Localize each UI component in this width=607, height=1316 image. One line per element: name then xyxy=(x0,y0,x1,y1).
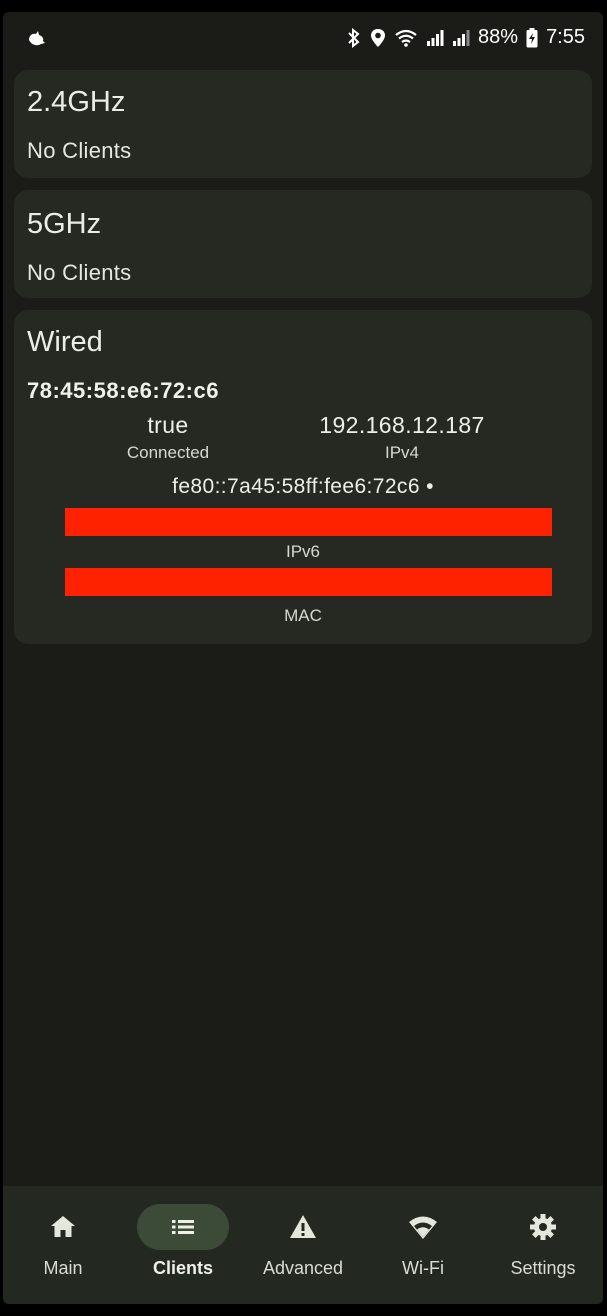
ipv4-label: IPv4 xyxy=(384,443,420,462)
warning-icon xyxy=(288,1212,318,1242)
status-icons: 88% 7:55 xyxy=(346,26,585,49)
band-card-5ghz[interactable]: 5GHz No Clients xyxy=(14,190,592,298)
connected-label: Connected xyxy=(126,443,210,462)
nav-item-advanced[interactable]: Advanced xyxy=(243,1186,363,1304)
nav-label: Wi-Fi xyxy=(402,1258,444,1278)
connected-value: true xyxy=(147,412,189,438)
app-screen: 88% 7:55 2.4GHz No Clients 5GHz No Clien… xyxy=(3,12,603,1304)
clock: 7:55 xyxy=(546,26,585,48)
battery-charging-icon xyxy=(526,27,538,48)
battery-percent: 88% xyxy=(478,26,519,48)
nav-item-clients[interactable]: Clients xyxy=(123,1186,243,1304)
band-status: No Clients xyxy=(27,138,132,163)
app-notification-icon xyxy=(25,28,47,50)
nav-item-settings[interactable]: Settings xyxy=(483,1186,603,1304)
ipv4-value: 192.168.12.187 xyxy=(319,412,485,438)
band-card-2-4ghz[interactable]: 2.4GHz No Clients xyxy=(14,70,592,178)
ipv6-label: IPv6 xyxy=(285,542,321,561)
nav-item-wifi[interactable]: Wi-Fi xyxy=(363,1186,483,1304)
bluetooth-icon xyxy=(346,27,362,48)
gear-icon xyxy=(528,1212,558,1242)
redacted-ipv6-bar xyxy=(65,508,552,536)
client-mac-heading: 78:45:58:e6:72:c6 xyxy=(27,378,219,403)
nav-item-main[interactable]: Main xyxy=(3,1186,123,1304)
redacted-mac-bar xyxy=(65,568,552,596)
wired-card[interactable]: Wired 78:45:58:e6:72:c6 true Connected 1… xyxy=(14,310,592,644)
band-status: No Clients xyxy=(27,260,132,285)
bottom-navigation: Main Clients Advanced Wi-Fi Settings xyxy=(3,1186,603,1304)
list-icon xyxy=(168,1212,198,1242)
wired-title: Wired xyxy=(27,326,103,358)
wifi-icon xyxy=(408,1212,438,1242)
location-icon xyxy=(370,28,386,48)
signal-icon xyxy=(452,29,470,47)
signal-icon xyxy=(426,29,444,47)
nav-label: Settings xyxy=(510,1258,576,1278)
status-bar: 88% 7:55 xyxy=(3,12,603,68)
band-title: 5GHz xyxy=(27,208,102,240)
band-title: 2.4GHz xyxy=(27,86,126,118)
nav-label: Clients xyxy=(152,1258,213,1278)
nav-label: Main xyxy=(43,1258,83,1278)
wifi-icon xyxy=(394,28,418,48)
home-icon xyxy=(48,1212,78,1242)
ipv6-value: fe80::7a45:58ff:fee6:72c6 • xyxy=(172,475,434,498)
mac-label: MAC xyxy=(284,606,322,625)
nav-label: Advanced xyxy=(262,1258,344,1278)
